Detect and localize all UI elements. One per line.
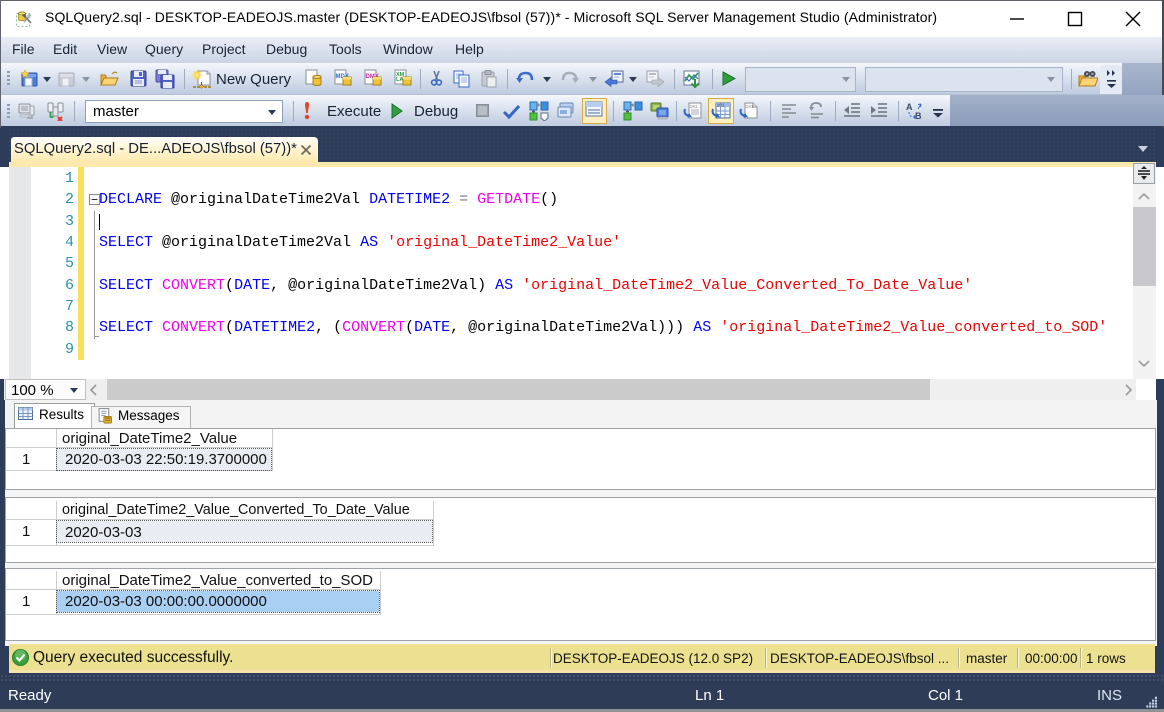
- svg-text:101: 101: [690, 104, 698, 110]
- svg-text:B: B: [915, 111, 922, 121]
- svg-text:A: A: [906, 102, 913, 112]
- svg-text:101: 101: [717, 103, 725, 109]
- svg-text:101: 101: [746, 104, 754, 110]
